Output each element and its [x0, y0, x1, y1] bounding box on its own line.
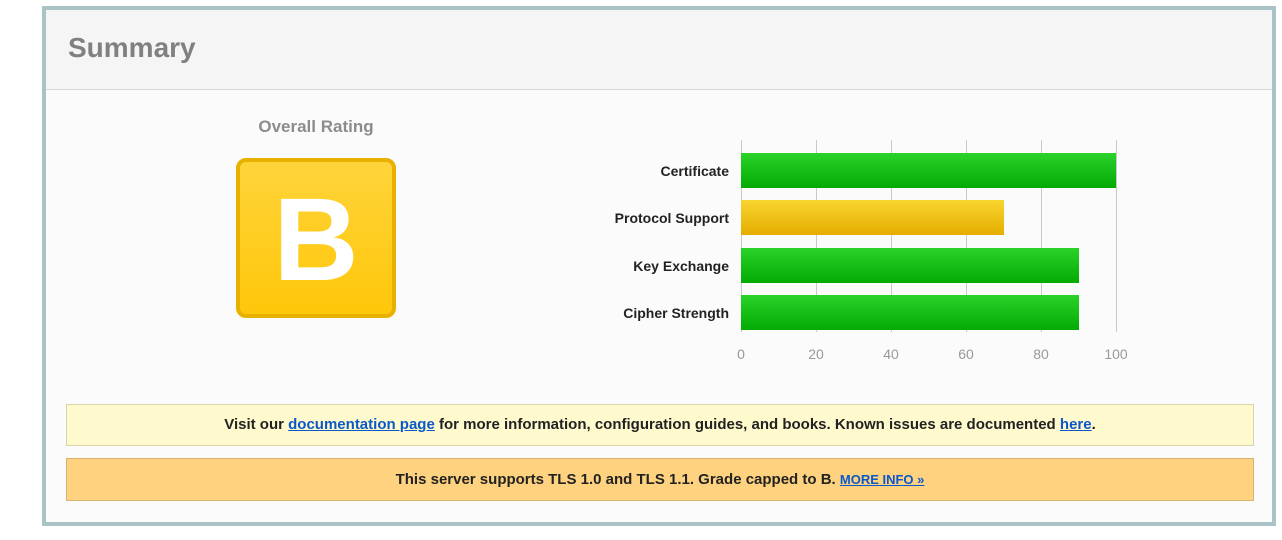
category-label: Key Exchange	[633, 258, 729, 274]
known-issues-link[interactable]: here	[1060, 416, 1092, 433]
doc-notice-middle: for more information, configuration guid…	[434, 416, 1060, 433]
summary-title: Summary	[68, 32, 196, 63]
x-tick-label: 100	[1104, 346, 1128, 362]
x-tick-label: 80	[1033, 346, 1049, 362]
documentation-notice: Visit our documentation page for more in…	[66, 404, 1254, 446]
category-label: Cipher Strength	[623, 305, 729, 321]
doc-notice-prefix: Visit our	[224, 416, 289, 433]
category-label: Protocol Support	[614, 210, 729, 226]
category-label: Certificate	[660, 163, 729, 179]
gridline-100	[1116, 140, 1117, 332]
bar-cipher-strength	[741, 295, 1079, 330]
grade-badge: B	[236, 158, 396, 318]
x-tick-label: 0	[737, 346, 745, 362]
documentation-page-link[interactable]: documentation page	[288, 416, 435, 433]
tls-warning-notice: This server supports TLS 1.0 and TLS 1.1…	[66, 458, 1254, 501]
bar-certificate	[741, 153, 1116, 188]
bar-protocol-support	[741, 200, 1004, 235]
bar-key-exchange	[741, 248, 1079, 283]
summary-header: Summary	[46, 10, 1272, 90]
overall-rating-label: Overall Rating	[258, 117, 374, 136]
x-tick-label: 20	[808, 346, 824, 362]
x-tick-label: 40	[883, 346, 899, 362]
more-info-link[interactable]: MORE INFO »	[840, 472, 925, 487]
tls-warning-text: This server supports TLS 1.0 and TLS 1.1…	[395, 471, 840, 488]
grade-letter: B	[273, 174, 359, 306]
x-tick-label: 60	[958, 346, 974, 362]
doc-notice-suffix: .	[1091, 416, 1096, 433]
summary-panel: Summary Overall Rating B 0 20 40 60 80 100 Cer…	[42, 6, 1276, 526]
